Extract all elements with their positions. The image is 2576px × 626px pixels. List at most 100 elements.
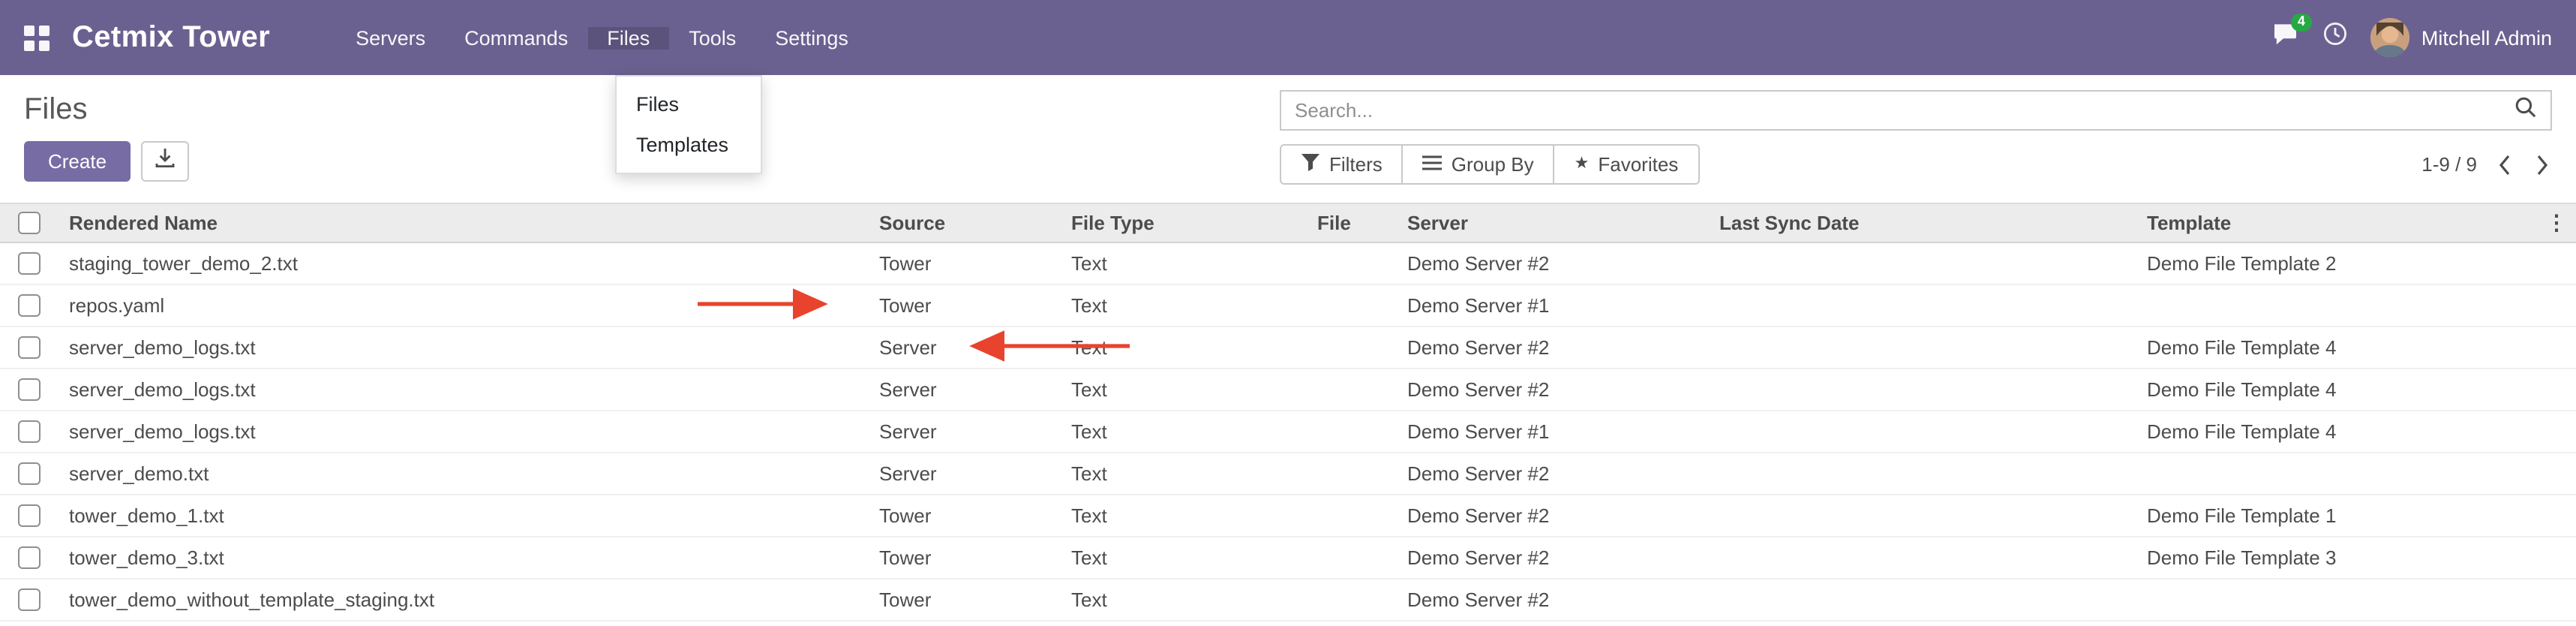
filters-button[interactable]: Filters bbox=[1280, 144, 1404, 185]
row-checkbox[interactable] bbox=[18, 294, 41, 317]
column-header-file[interactable]: File bbox=[1308, 212, 1398, 234]
table-row[interactable]: staging_tower_demo_2.txtTowerTextDemo Se… bbox=[0, 243, 2576, 285]
activities-button[interactable] bbox=[2322, 21, 2348, 54]
menu-item-settings[interactable]: Settings bbox=[755, 26, 868, 49]
messages-button[interactable]: 4 bbox=[2273, 22, 2300, 53]
table-row[interactable]: tower_demo_1.txtTowerTextDemo Server #2D… bbox=[0, 495, 2576, 537]
cell-source: Tower bbox=[870, 294, 1062, 317]
column-header-last-sync-date[interactable]: Last Sync Date bbox=[1710, 212, 2138, 234]
row-checkbox[interactable] bbox=[18, 504, 41, 527]
cell-source: Tower bbox=[870, 588, 1062, 611]
row-checkbox[interactable] bbox=[18, 420, 41, 443]
filter-row: Filters Group By ★ Favorites 1-9 / 9 bbox=[1280, 144, 2552, 185]
cell-file-type: Text bbox=[1062, 588, 1308, 611]
row-checkbox[interactable] bbox=[18, 336, 41, 359]
cell-template: Demo File Template 4 bbox=[2138, 378, 2537, 401]
cell-file-type: Text bbox=[1062, 336, 1308, 359]
row-checkbox-cell bbox=[0, 504, 60, 527]
apps-menu-icon[interactable] bbox=[24, 25, 50, 50]
cell-rendered-name: repos.yaml bbox=[60, 294, 870, 317]
filter-funnel-icon bbox=[1301, 153, 1320, 176]
cell-rendered-name: server_demo.txt bbox=[60, 462, 870, 485]
menu-item-files[interactable]: Files bbox=[587, 26, 669, 49]
top-navbar: Cetmix Tower Servers Commands Files Tool… bbox=[0, 0, 2576, 75]
column-header-template[interactable]: Template bbox=[2138, 212, 2537, 234]
table-row[interactable]: server_demo_logs.txtServerText Demo Serve… bbox=[0, 327, 2576, 369]
row-checkbox-cell bbox=[0, 378, 60, 401]
dropdown-item-templates[interactable]: Templates bbox=[617, 125, 761, 165]
table-row[interactable]: server_demo_logs.txtServerText Demo Serve… bbox=[0, 411, 2576, 453]
cell-template: Demo File Template 3 bbox=[2138, 546, 2537, 569]
main-menu: Servers Commands Files Tools Settings bbox=[336, 26, 868, 49]
table-row[interactable]: repos.yamlTowerText Demo Server #1 bbox=[0, 285, 2576, 327]
optional-columns-toggle[interactable]: ⋮ bbox=[2537, 210, 2576, 236]
create-button[interactable]: Create bbox=[24, 141, 131, 182]
cell-template: Demo File Template 4 bbox=[2138, 336, 2537, 359]
cell-file-type: Text bbox=[1062, 462, 1308, 485]
row-checkbox[interactable] bbox=[18, 378, 41, 401]
control-panel-right: Filters Group By ★ Favorites 1-9 / 9 bbox=[1280, 90, 2552, 185]
control-panel: Files Create bbox=[0, 75, 2576, 203]
cell-rendered-name: server_demo_logs.txt bbox=[60, 420, 870, 443]
star-icon: ★ bbox=[1575, 156, 1590, 173]
pager-next-button[interactable] bbox=[2532, 151, 2552, 178]
row-checkbox-cell bbox=[0, 252, 60, 275]
navbar-right: 4 Mitchell Admin bbox=[2273, 0, 2552, 75]
column-header-source[interactable]: Source bbox=[870, 212, 1062, 234]
action-buttons: Create bbox=[24, 141, 189, 182]
cell-rendered-name: tower_demo_3.txt bbox=[60, 546, 870, 569]
group-by-button[interactable]: Group By bbox=[1402, 144, 1555, 185]
menu-item-tools[interactable]: Tools bbox=[669, 26, 755, 49]
files-dropdown-menu: Files Templates bbox=[615, 75, 762, 174]
row-checkbox-cell bbox=[0, 588, 60, 611]
group-by-lines-icon bbox=[1423, 153, 1443, 176]
cell-source: Server bbox=[870, 378, 1062, 401]
cell-source: Tower bbox=[870, 252, 1062, 275]
table-row[interactable]: tower_demo_3.txtTowerTextDemo Server #2D… bbox=[0, 537, 2576, 579]
row-checkbox-cell bbox=[0, 336, 60, 359]
search-options-group: Filters Group By ★ Favorites bbox=[1280, 144, 1699, 185]
cell-source: Server bbox=[870, 420, 1062, 443]
cell-rendered-name: server_demo_logs.txt bbox=[60, 378, 870, 401]
user-menu[interactable]: Mitchell Admin bbox=[2370, 18, 2552, 57]
cell-template: Demo File Template 1 bbox=[2138, 504, 2537, 527]
pager-previous-button[interactable] bbox=[2495, 151, 2514, 178]
cell-file-type: Text bbox=[1062, 252, 1308, 275]
table-row[interactable]: tower_demo_without_template_staging.txtT… bbox=[0, 579, 2576, 621]
export-button[interactable] bbox=[141, 141, 189, 182]
column-header-rendered-name[interactable]: Rendered Name bbox=[60, 212, 870, 234]
row-checkbox[interactable] bbox=[18, 462, 41, 485]
favorites-button[interactable]: ★ Favorites bbox=[1554, 144, 1700, 185]
dropdown-item-files[interactable]: Files bbox=[617, 84, 761, 125]
cell-source: Tower bbox=[870, 504, 1062, 527]
row-checkbox[interactable] bbox=[18, 546, 41, 569]
cell-source: Server bbox=[870, 336, 1062, 359]
table-body: staging_tower_demo_2.txtTowerTextDemo Se… bbox=[0, 243, 2576, 621]
activity-clock-icon bbox=[2322, 21, 2348, 54]
cell-rendered-name: tower_demo_without_template_staging.txt bbox=[60, 588, 870, 611]
navbar-left: Cetmix Tower Servers Commands Files Tool… bbox=[24, 0, 868, 75]
row-checkbox-cell bbox=[0, 546, 60, 569]
table-row[interactable]: server_demo.txtServerTextDemo Server #2 bbox=[0, 453, 2576, 495]
cell-rendered-name: tower_demo_1.txt bbox=[60, 504, 870, 527]
cell-server: Demo Server #1 bbox=[1398, 294, 1710, 317]
cell-server: Demo Server #1 bbox=[1398, 420, 1710, 443]
column-header-file-type[interactable]: File Type bbox=[1062, 212, 1308, 234]
page-title: Files bbox=[24, 90, 189, 129]
user-name: Mitchell Admin bbox=[2421, 26, 2552, 49]
column-header-server[interactable]: Server bbox=[1398, 212, 1710, 234]
select-all-checkbox[interactable] bbox=[18, 212, 41, 234]
cell-file-type: Text bbox=[1062, 420, 1308, 443]
row-checkbox[interactable] bbox=[18, 252, 41, 275]
search-icon[interactable] bbox=[2514, 95, 2537, 125]
row-checkbox-cell bbox=[0, 420, 60, 443]
menu-item-servers[interactable]: Servers bbox=[336, 26, 445, 49]
cell-rendered-name: server_demo_logs.txt bbox=[60, 336, 870, 359]
search-input[interactable] bbox=[1295, 99, 2514, 122]
menu-item-commands[interactable]: Commands bbox=[445, 26, 587, 49]
cell-file-type: Text bbox=[1062, 294, 1308, 317]
cell-template: Demo File Template 4 bbox=[2138, 420, 2537, 443]
row-checkbox[interactable] bbox=[18, 588, 41, 611]
cell-server: Demo Server #2 bbox=[1398, 336, 1710, 359]
table-row[interactable]: server_demo_logs.txtServerTextDemo Serve… bbox=[0, 369, 2576, 411]
